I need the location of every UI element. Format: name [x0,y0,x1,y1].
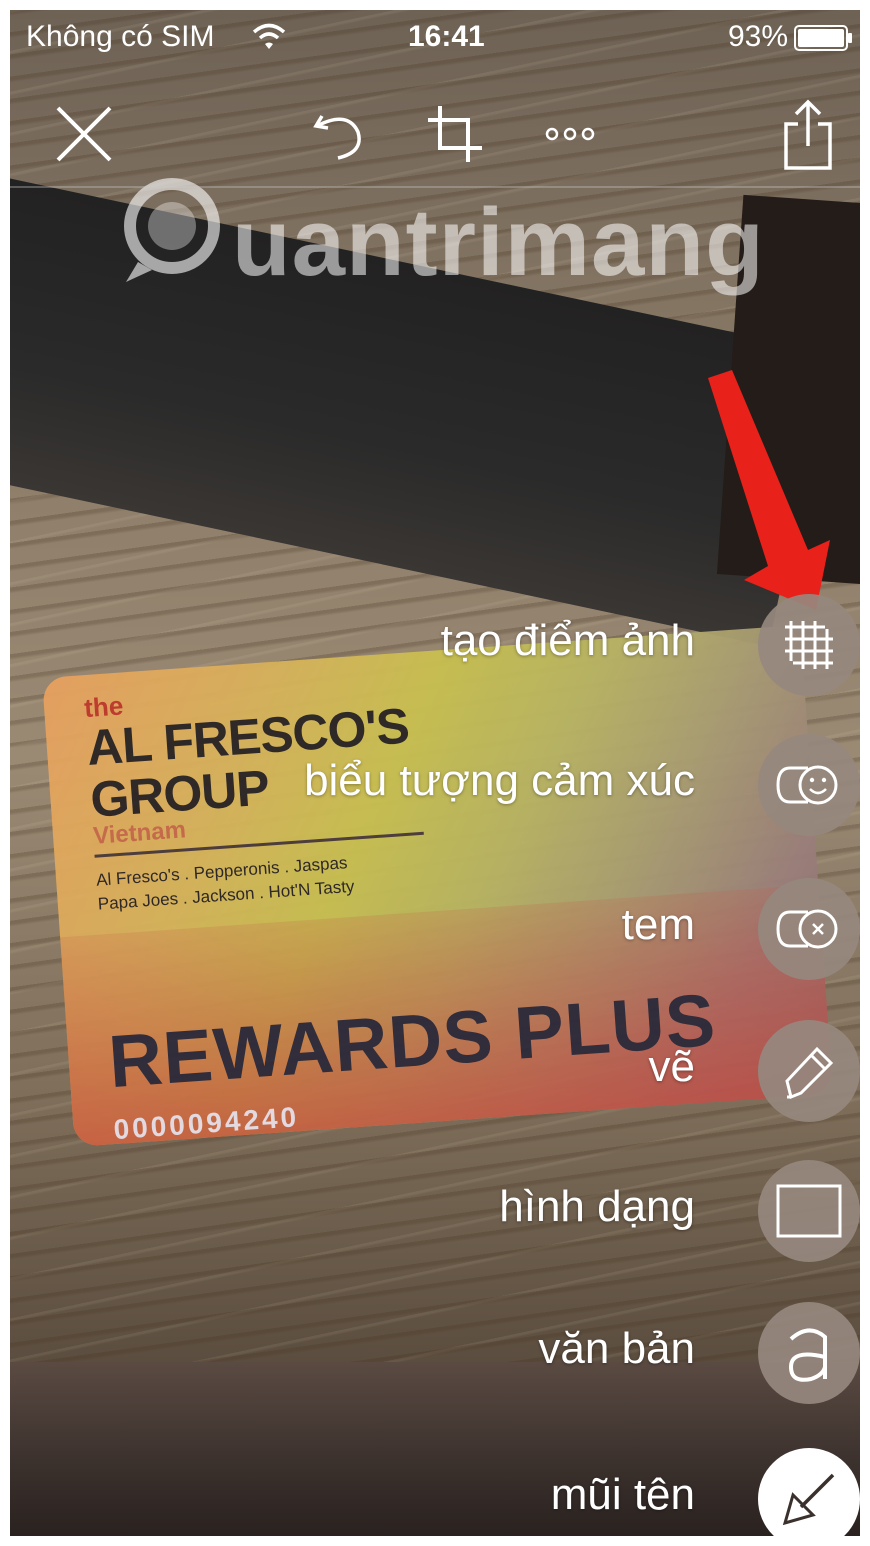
arrow-button[interactable] [758,1448,860,1536]
annotation-arrow-icon [708,370,830,610]
draw-button[interactable] [758,1020,860,1122]
menu-label-arrow: mũi tên [550,1470,695,1519]
pixelate-grid-icon [785,621,833,669]
menu-item-pixelate[interactable]: tạo điểm ảnh [10,590,860,700]
emoji-button[interactable] [758,734,860,836]
stamp-icon [776,909,838,949]
watermark-text: uantrimang [232,189,765,296]
arrow-icon [782,1473,835,1526]
undo-button[interactable] [300,94,380,174]
more-button[interactable] [530,94,610,174]
status-time: 16:41 [408,20,485,53]
close-icon [56,106,112,162]
battery-percent: 93% [728,20,789,53]
menu-item-arrow[interactable]: mũi tên [10,1428,860,1536]
more-icon [545,127,595,141]
status-bar: Không có SIM 16:41 93% [10,10,860,64]
toolbar-divider [10,186,860,188]
share-icon [784,99,832,170]
menu-item-draw[interactable]: vẽ [10,1016,860,1126]
crop-button[interactable] [414,94,494,174]
crop-icon [428,106,482,162]
carrier-label: Không có SIM [26,20,215,53]
battery-icon [794,25,852,51]
shape-button[interactable] [758,1160,860,1262]
menu-item-shape[interactable]: hình dạng [10,1156,860,1266]
menu-label-pixelate: tạo điểm ảnh [440,616,695,665]
emoji-icon [776,765,838,805]
pencil-icon [785,1046,834,1100]
rectangle-shape-icon [776,1184,842,1238]
share-button[interactable] [768,94,848,174]
menu-label-emoji: biểu tượng cảm xúc [304,756,695,805]
editor-toolbar [10,80,860,190]
menu-item-stamp[interactable]: tem [10,874,860,984]
menu-label-shape: hình dạng [499,1182,695,1231]
menu-item-emoji[interactable]: biểu tượng cảm xúc [10,730,860,840]
photo-editor-screen: the AL FRESCO'S GROUP Vietnam Al Fresco'… [10,10,860,1536]
text-a-icon [788,1328,827,1382]
menu-label-draw: vẽ [648,1042,695,1091]
stamp-button[interactable] [758,878,860,980]
menu-item-text[interactable]: văn bản [10,1298,860,1408]
menu-label-text: văn bản [538,1324,695,1373]
pixelate-button[interactable] [758,594,860,696]
text-button[interactable] [758,1302,860,1404]
close-button[interactable] [44,94,124,174]
menu-label-stamp: tem [621,900,695,949]
undo-icon [313,115,361,160]
wifi-icon [252,23,286,49]
